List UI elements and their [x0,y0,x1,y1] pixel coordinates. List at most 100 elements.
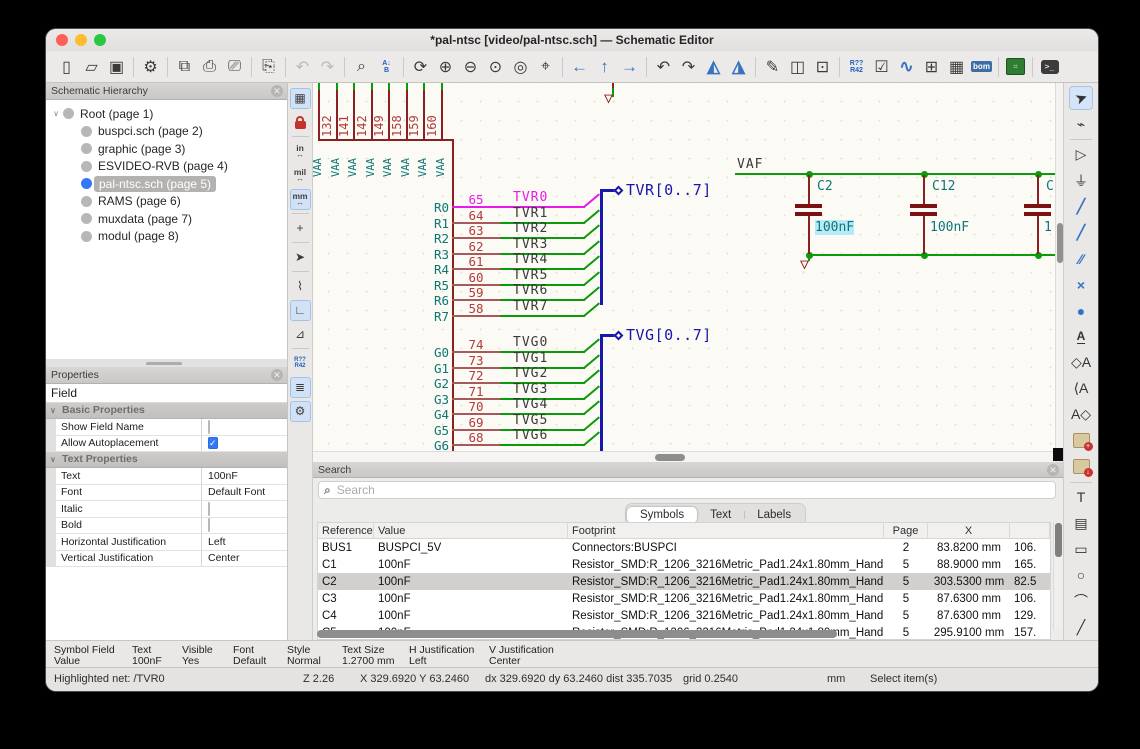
hv-wires-button[interactable]: ∟ [290,300,311,321]
open-pcb-editor-button[interactable]: ⌗ [1003,54,1028,79]
zoom-selection-button[interactable]: ⌖ [533,54,558,79]
plot-button[interactable]: ⎚ [222,54,247,79]
schematic-setup-button[interactable]: ⚙ [138,54,163,79]
close-icon[interactable]: ✕ [271,369,283,381]
sidebar-item-muxdata[interactable]: muxdata (page 7) [46,210,287,228]
wires-45-button[interactable]: ⊿ [290,324,311,345]
highlight-net-button[interactable]: ⌁ [1069,112,1093,136]
column-header[interactable]: Page [884,523,928,538]
table-row[interactable]: BUS1BUSPCI_5VConnectors:BUSPCI283.8200 m… [318,539,1050,556]
nav-forward-button[interactable]: → [617,54,642,79]
refresh-button[interactable]: ⟳ [408,54,433,79]
component-value[interactable]: 100nF [815,220,854,235]
symbol-library-browser-button[interactable]: ◫ [785,54,810,79]
units-inches-button[interactable]: in↔ [290,141,311,162]
mirror-vertical-button[interactable]: ◮ [726,54,751,79]
crosshair-cursor-button[interactable]: + [290,218,311,239]
save-button[interactable]: ▣ [104,54,129,79]
redo-button[interactable]: ↷ [315,54,340,79]
column-header[interactable]: X [928,523,1010,538]
sidebar-item-graphic[interactable]: graphic (page 3) [46,140,287,158]
snap-lock-button[interactable] [290,112,311,133]
open-schematic-button[interactable]: ▱ [79,54,104,79]
zoom-fit-button[interactable]: ⊙ [483,54,508,79]
zoom-page-button[interactable]: ◎ [508,54,533,79]
nav-back-button[interactable]: ← [567,54,592,79]
checkbox[interactable]: ✓ [208,437,218,449]
sidebar-item-buspci[interactable]: buspci.sch (page 2) [46,123,287,141]
place-bus-entry-button[interactable]: ∕∕ [1069,247,1093,271]
mirror-horizontal-button[interactable]: ◭ [701,54,726,79]
search-input[interactable] [335,482,1055,498]
place-hierarchical-sheet-button[interactable]: + [1069,429,1093,453]
panel-splitter[interactable] [46,359,288,367]
find-button[interactable]: ⌕ [349,54,374,79]
sidebar-item-pal-ntsc[interactable]: pal-ntsc.sch (page 5) [46,175,287,193]
undo-button[interactable]: ↶ [290,54,315,79]
close-icon[interactable]: ✕ [271,85,283,97]
canvas-hscroll-thumb[interactable] [655,454,685,461]
footprint-editor-button[interactable]: ⊡ [810,54,835,79]
draw-wire-button[interactable]: ╱ [1069,195,1093,219]
draw-arc-button[interactable]: ⌒ [1069,589,1093,613]
hierarchy-navigator-button[interactable]: ≣ [290,377,311,398]
grid-toggle-button[interactable]: ▦ [290,88,311,109]
column-header[interactable]: Value [374,523,568,538]
checkbox[interactable] [208,502,210,516]
page-settings-button[interactable]: ⧉ [172,54,197,79]
print-button[interactable]: ⎙ [197,54,222,79]
find-replace-button[interactable]: A↓B [374,54,399,79]
paste-button[interactable]: ⎘ [256,54,281,79]
sidebar-item-root[interactable]: ∨Root (page 1) [46,105,287,123]
select-tool-button[interactable]: ➤ [1069,86,1093,110]
erc-check-button[interactable]: ☑ [869,54,894,79]
canvas-horizontal-scrollbar[interactable] [313,451,1055,462]
section-header[interactable]: Basic Properties [46,403,287,419]
table-vscroll-thumb[interactable] [1055,523,1062,557]
sidebar-item-esvideo-rvb[interactable]: ESVIDEO-RVB (page 4) [46,158,287,176]
place-junction-button[interactable]: ● [1069,299,1093,323]
zoom-in-button[interactable]: ⊕ [433,54,458,79]
place-symbol-button[interactable]: ▷ [1069,143,1093,167]
checkbox[interactable] [208,420,210,434]
new-schematic-button[interactable]: ▯ [54,54,79,79]
generate-bom-button[interactable]: bom [969,54,994,79]
sidebar-item-rams[interactable]: RAMS (page 6) [46,193,287,211]
section-header[interactable]: Text Properties [46,452,287,468]
nav-up-button[interactable]: ↑ [592,54,617,79]
tab-text[interactable]: Text [697,507,744,523]
free-angle-wires-button[interactable]: ⌇ [290,276,311,297]
checkbox[interactable] [208,518,210,532]
component-value[interactable]: 100nF [930,220,969,235]
simulator-button[interactable]: ∿ [894,54,919,79]
table-row[interactable]: C3100nFResistor_SMD:R_1206_3216Metric_Pa… [318,590,1050,607]
show-hidden-pins-button[interactable]: ➤ [290,247,311,268]
close-icon[interactable]: ✕ [1047,464,1059,476]
table-row[interactable]: C2100nFResistor_SMD:R_1206_3216Metric_Pa… [318,573,1050,590]
edit-symbol-button[interactable]: ✎ [760,54,785,79]
place-global-label-button[interactable]: ◇A [1069,351,1093,375]
tab-symbols[interactable]: Symbols [627,507,697,523]
place-power-port-button[interactable]: ⏚ [1069,169,1093,193]
annotate-button[interactable]: R??R42 [844,54,869,79]
scripting-console-button[interactable]: >_ [1037,54,1062,79]
zoom-out-button[interactable]: ⊖ [458,54,483,79]
place-hierarchical-label-button[interactable]: ⟨A [1069,377,1093,401]
component-value[interactable]: 1 [1044,220,1052,235]
place-text-box-button[interactable]: ▤ [1069,511,1093,535]
sidebar-item-modul[interactable]: modul (page 8) [46,228,287,246]
table-row[interactable]: C1100nFResistor_SMD:R_1206_3216Metric_Pa… [318,556,1050,573]
units-mils-button[interactable]: mil↔ [290,165,311,186]
show-annotations-button[interactable]: R??R42 [290,353,311,374]
table-row[interactable]: C4100nFResistor_SMD:R_1206_3216Metric_Pa… [318,607,1050,624]
place-net-label-button[interactable]: A [1069,325,1093,349]
units-mm-button[interactable]: mm↔ [290,189,311,210]
draw-circle-button[interactable]: ○ [1069,563,1093,587]
symbol-fields-table-button[interactable]: ▦ [944,54,969,79]
place-no-connect-button[interactable]: × [1069,273,1093,297]
draw-line-button[interactable]: ╱ [1069,615,1093,639]
column-header[interactable]: Footprint [568,523,884,538]
draw-bus-button[interactable]: ╱ [1069,221,1093,245]
table-hscroll-thumb[interactable] [317,630,837,638]
import-sheet-pin-button[interactable]: ↓ [1069,455,1093,479]
